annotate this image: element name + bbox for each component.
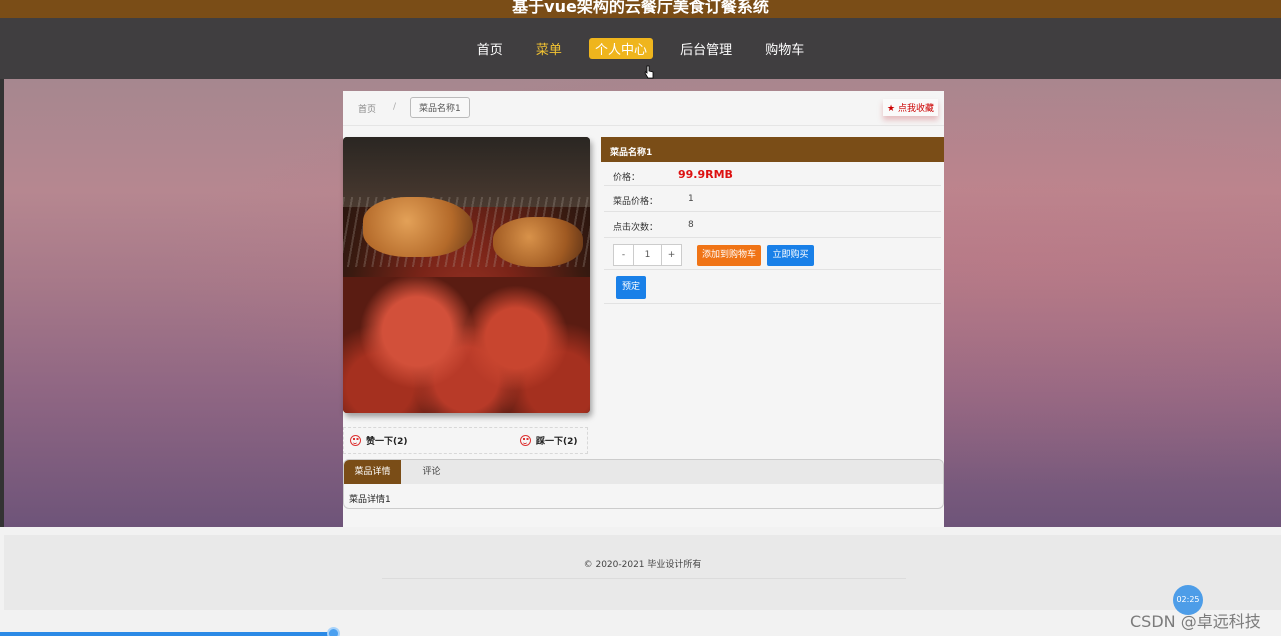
dislike-label: 踩一下(2) bbox=[536, 437, 578, 447]
like-button[interactable]: 赞一下(2) bbox=[350, 434, 408, 447]
tab-comments[interactable]: 评论 bbox=[404, 460, 459, 484]
vote-bar: 赞一下(2) 踩一下(2) bbox=[343, 427, 588, 454]
breadcrumb-current: 菜品名称1 bbox=[410, 97, 470, 118]
nav-item-personal-center[interactable]: 个人中心 bbox=[588, 38, 653, 59]
nav-item-menu[interactable]: 菜单 bbox=[530, 38, 568, 59]
price-value: 99.9RMB bbox=[678, 168, 733, 181]
product-image bbox=[343, 137, 590, 413]
site-title: 基于vue架构的云餐厅美食订餐系统 bbox=[512, 0, 769, 16]
product-panel: 首页 / 菜品名称1 ★ 点我收藏 赞一下(2) 踩一下(2) 菜品名称1 价格… bbox=[343, 91, 944, 527]
copyright: © 2020-2021 毕业设计所有 bbox=[583, 560, 702, 570]
nav-item-admin[interactable]: 后台管理 bbox=[674, 38, 738, 59]
dish-price-label: 菜品价格： bbox=[613, 197, 659, 207]
breadcrumb-separator: / bbox=[393, 102, 397, 112]
dish-price-value: 1 bbox=[688, 194, 694, 204]
click-count-label: 点击次数： bbox=[613, 223, 659, 233]
quantity-row: - 1 + 添加到购物车 立即购买 bbox=[604, 238, 941, 270]
tab-dish-details[interactable]: 菜品详情 bbox=[344, 460, 401, 484]
favorite-label: 点我收藏 bbox=[897, 104, 934, 114]
quantity-minus-button[interactable]: - bbox=[614, 245, 634, 265]
nav-item-home[interactable]: 首页 bbox=[471, 38, 509, 59]
breadcrumb: 首页 / 菜品名称1 ★ 点我收藏 bbox=[343, 91, 944, 126]
video-progress-fill bbox=[0, 632, 334, 636]
add-to-cart-button[interactable]: 添加到购物车 bbox=[697, 245, 761, 266]
star-icon: ★ bbox=[887, 104, 896, 114]
product-title: 菜品名称1 bbox=[601, 137, 944, 162]
title-bar: 基于vue架构的云餐厅美食订餐系统 bbox=[0, 0, 1281, 18]
breadcrumb-home[interactable]: 首页 bbox=[358, 102, 376, 115]
price-row: 价格： 99.9RMB bbox=[604, 162, 941, 186]
frown-icon bbox=[520, 435, 531, 446]
quantity-plus-button[interactable]: + bbox=[661, 245, 681, 265]
buy-now-button[interactable]: 立即购买 bbox=[767, 245, 814, 266]
reserve-button[interactable]: 预定 bbox=[616, 276, 646, 299]
smiley-icon bbox=[350, 435, 361, 446]
dish-price-row: 菜品价格： 1 bbox=[604, 186, 941, 212]
hand-cursor-icon bbox=[644, 65, 654, 79]
nav-item-cart[interactable]: 购物车 bbox=[759, 38, 810, 59]
main-nav: 首页 菜单 个人中心 后台管理 购物车 bbox=[0, 18, 1281, 79]
video-progress-handle[interactable] bbox=[327, 627, 341, 636]
quantity-stepper: - 1 + bbox=[613, 244, 682, 266]
dislike-button[interactable]: 踩一下(2) bbox=[520, 434, 578, 447]
footer-divider bbox=[382, 578, 906, 579]
detail-tabs: 菜品详情 评论 菜品详情1 bbox=[343, 459, 944, 509]
product-info: 菜品名称1 价格： 99.9RMB 菜品价格： 1 点击次数： 8 - 1 + … bbox=[601, 137, 944, 304]
click-count-value: 8 bbox=[688, 220, 694, 230]
reserve-row: 预定 bbox=[604, 270, 941, 304]
click-count-row: 点击次数： 8 bbox=[604, 212, 941, 238]
tab-content: 菜品详情1 bbox=[349, 495, 391, 505]
footer: © 2020-2021 毕业设计所有 bbox=[4, 535, 1281, 610]
price-label: 价格： bbox=[613, 173, 641, 183]
favorite-button[interactable]: ★ 点我收藏 bbox=[883, 99, 938, 116]
like-label: 赞一下(2) bbox=[366, 437, 408, 447]
watermark: CSDN @卓远科技 bbox=[1130, 612, 1261, 631]
quantity-input[interactable]: 1 bbox=[634, 245, 661, 265]
